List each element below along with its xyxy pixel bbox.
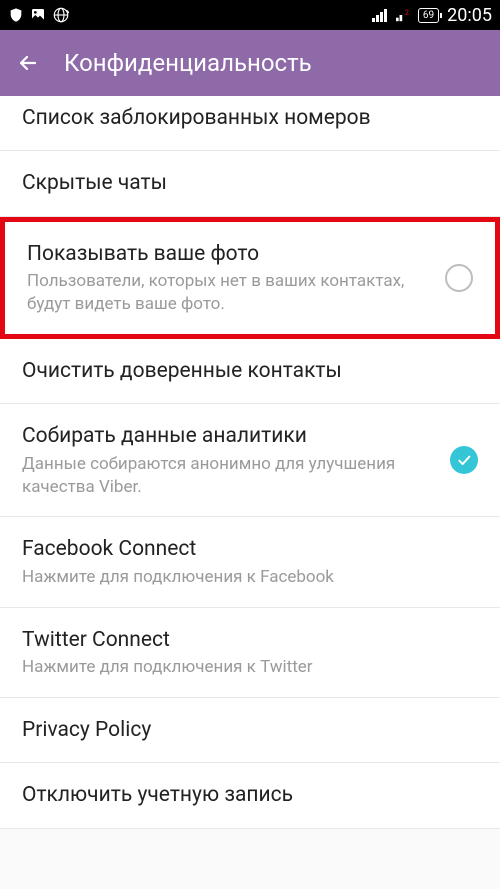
shield-icon <box>8 7 24 23</box>
status-right-icons: 2 69 20:05 <box>372 5 492 26</box>
gallery-icon <box>30 7 46 23</box>
battery-level: 69 <box>423 10 434 21</box>
item-title: Список заблокированных номеров <box>22 104 478 132</box>
item-show-your-photo[interactable]: Показывать ваше фото Пользователи, котор… <box>0 217 500 339</box>
item-subtitle: Данные собираются анонимно для улучшения… <box>22 453 434 499</box>
svg-text:2: 2 <box>405 8 409 17</box>
item-title: Очистить доверенные контакты <box>22 357 478 385</box>
app-bar: Конфиденциальность <box>0 30 500 96</box>
back-button[interactable] <box>16 51 40 75</box>
item-privacy-policy[interactable]: Privacy Policy <box>0 698 500 763</box>
item-title: Отключить учетную запись <box>22 781 478 809</box>
item-title: Facebook Connect <box>22 535 478 563</box>
battery-icon: 69 <box>418 8 439 23</box>
item-deactivate-account[interactable]: Отключить учетную запись <box>0 763 500 828</box>
status-bar: 2 69 20:05 <box>0 0 500 30</box>
item-hidden-chats[interactable]: Скрытые чаты <box>0 151 500 216</box>
clock: 20:05 <box>447 5 492 26</box>
item-facebook-connect[interactable]: Facebook Connect Нажмите для подключения… <box>0 517 500 607</box>
page-title: Конфиденциальность <box>64 49 312 77</box>
item-blocked-list[interactable]: Список заблокированных номеров <box>0 96 500 151</box>
item-title: Показывать ваше фото <box>27 240 429 268</box>
globe-icon <box>52 6 70 24</box>
status-left-icons <box>8 6 70 24</box>
item-analytics[interactable]: Собирать данные аналитики Данные собираю… <box>0 404 500 517</box>
item-title: Twitter Connect <box>22 626 478 654</box>
item-title: Скрытые чаты <box>22 169 478 197</box>
item-subtitle: Нажмите для подключения к Twitter <box>22 656 478 679</box>
item-clear-trusted[interactable]: Очистить доверенные контакты <box>0 339 500 404</box>
item-title: Собирать данные аналитики <box>22 422 434 450</box>
item-title: Privacy Policy <box>22 716 478 744</box>
item-twitter-connect[interactable]: Twitter Connect Нажмите для подключения … <box>0 608 500 698</box>
settings-list: Список заблокированных номеров Скрытые ч… <box>0 96 500 889</box>
checkmark-icon[interactable] <box>450 446 478 474</box>
signal-2-icon: 2 <box>396 8 412 22</box>
item-subtitle: Нажмите для подключения к Facebook <box>22 566 478 589</box>
signal-icon <box>372 8 390 22</box>
radio-unchecked-icon[interactable] <box>445 264 473 292</box>
item-subtitle: Пользователи, которых нет в ваших контак… <box>27 270 429 316</box>
